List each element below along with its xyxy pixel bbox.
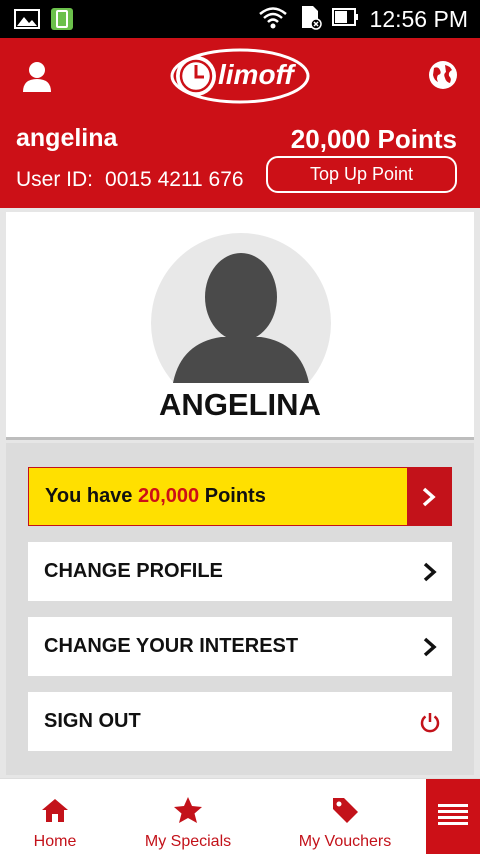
image-notification-icon bbox=[14, 8, 40, 35]
user-icon[interactable] bbox=[20, 60, 54, 94]
points-balance: 20,000 Points bbox=[290, 124, 457, 154]
nav-my-vouchers[interactable]: My Vouchers bbox=[292, 779, 398, 854]
points-row[interactable]: You have 20,000 Points bbox=[28, 467, 452, 526]
change-profile-item[interactable]: CHANGE PROFILE bbox=[28, 542, 452, 601]
globe-icon[interactable] bbox=[428, 60, 458, 90]
bottom-navigation: Home My Specials My Vouchers bbox=[0, 778, 480, 854]
user-id: User ID: 0015 4211 676 bbox=[16, 168, 244, 192]
app-header: limoff angelina 20,000 Points User ID: 0… bbox=[0, 38, 480, 208]
profile-name: ANGELINA bbox=[159, 387, 321, 422]
chevron-right-icon bbox=[408, 617, 452, 676]
change-profile-label: CHANGE PROFILE bbox=[44, 560, 223, 582]
hamburger-menu-button[interactable] bbox=[426, 779, 480, 854]
chevron-right-icon[interactable] bbox=[407, 468, 451, 525]
limoff-logo: limoff bbox=[168, 46, 310, 106]
tag-icon bbox=[330, 795, 360, 825]
home-icon bbox=[40, 795, 70, 825]
profile-menu: You have 20,000 Points CHANGE PROFILE CH… bbox=[6, 443, 474, 775]
star-icon bbox=[173, 795, 203, 825]
points-value: 20,000 bbox=[138, 485, 200, 507]
app-notification-icon bbox=[50, 7, 74, 36]
top-up-point-button[interactable]: Top Up Point bbox=[266, 156, 457, 193]
avatar[interactable] bbox=[151, 233, 331, 383]
username: angelina bbox=[16, 124, 118, 152]
nav-home-label: Home bbox=[33, 833, 77, 850]
user-id-value: 0015 4211 676 bbox=[105, 168, 244, 191]
nav-my-specials[interactable]: My Specials bbox=[142, 779, 234, 854]
nav-home[interactable]: Home bbox=[20, 779, 90, 854]
sign-out-item[interactable]: SIGN OUT bbox=[28, 692, 452, 751]
logo-wordmark: limoff bbox=[218, 59, 294, 90]
profile-card: ANGELINA bbox=[6, 212, 474, 440]
nav-vouchers-label: My Vouchers bbox=[298, 833, 392, 850]
status-bar: 12:56 PM bbox=[0, 0, 480, 38]
user-id-label: User ID: bbox=[16, 168, 94, 191]
change-interest-item[interactable]: CHANGE YOUR INTEREST bbox=[28, 617, 452, 676]
change-interest-label: CHANGE YOUR INTEREST bbox=[44, 635, 299, 657]
hamburger-menu-icon bbox=[438, 802, 468, 833]
chevron-right-icon bbox=[408, 542, 452, 601]
points-summary: You have 20,000 Points bbox=[45, 485, 266, 507]
nav-specials-label: My Specials bbox=[144, 833, 232, 850]
power-icon bbox=[408, 692, 452, 751]
status-time: 12:56 PM bbox=[369, 5, 468, 32]
sign-out-label: SIGN OUT bbox=[44, 710, 141, 732]
battery-icon bbox=[331, 6, 360, 33]
sim-card-icon bbox=[298, 4, 322, 35]
wifi-icon bbox=[258, 5, 288, 34]
